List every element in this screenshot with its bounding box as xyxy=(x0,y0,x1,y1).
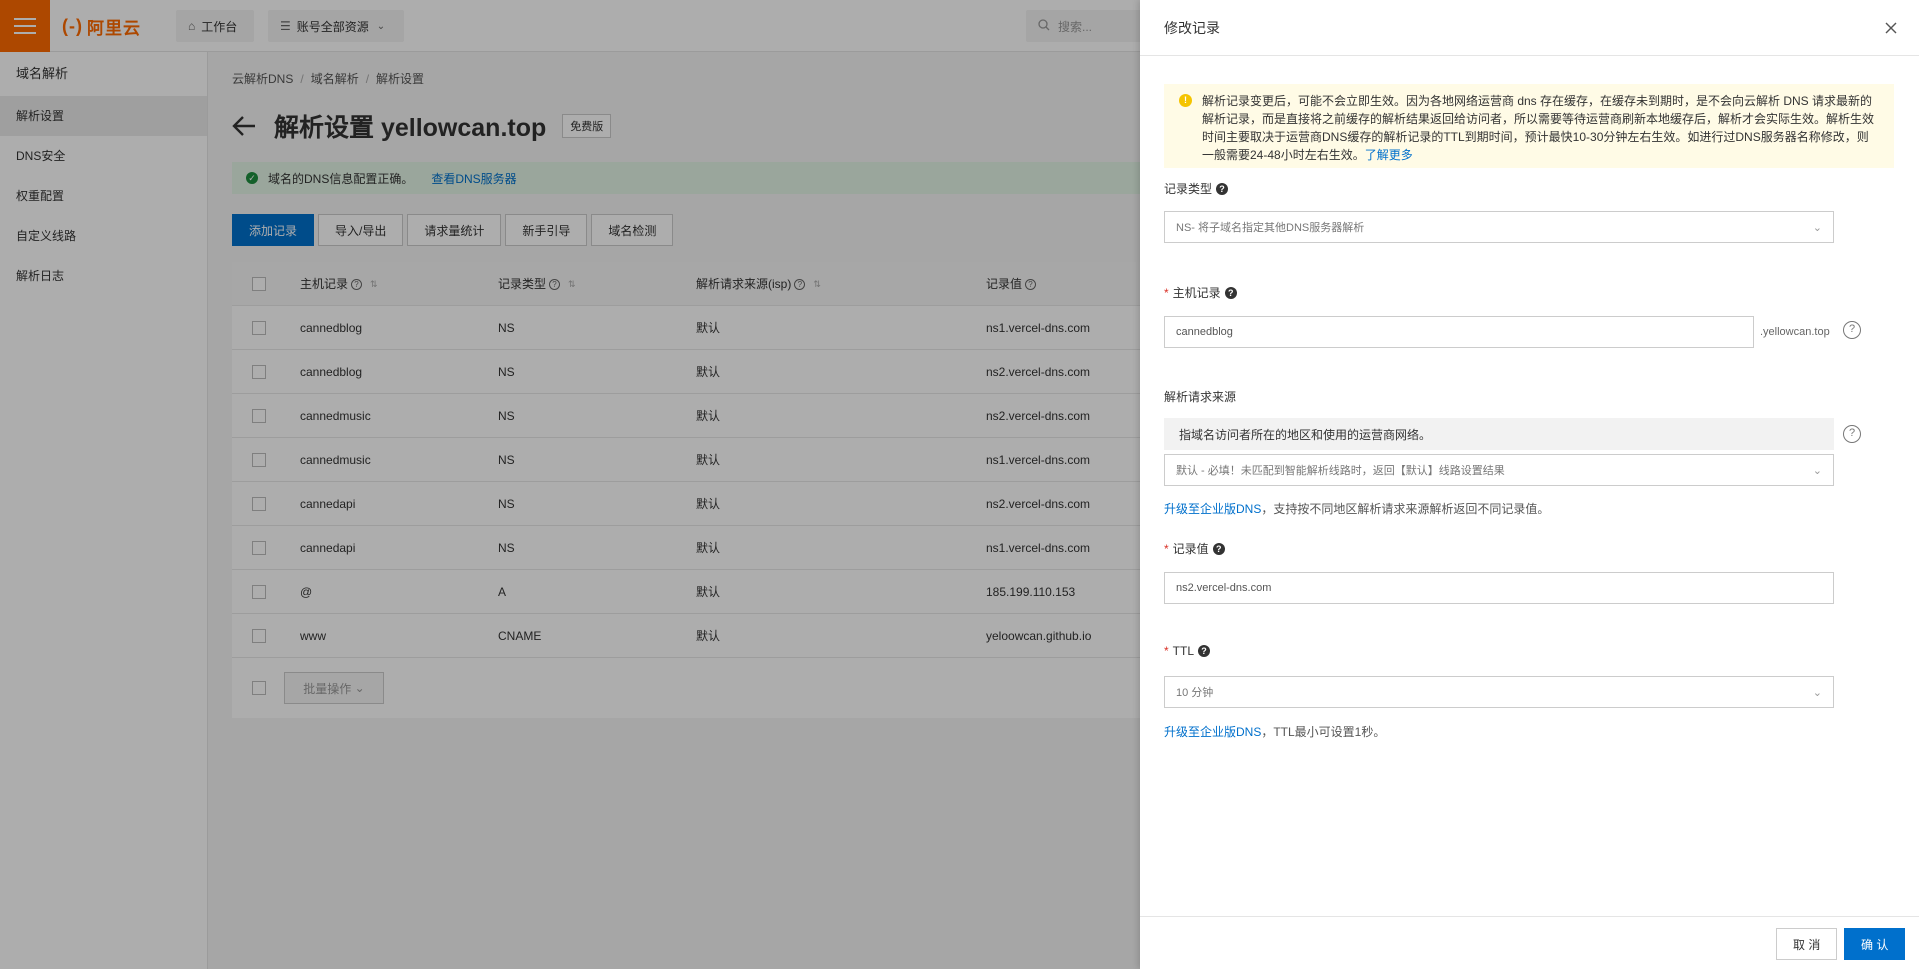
record-value-input[interactable]: ns2.vercel-dns.com xyxy=(1164,572,1834,604)
isp-label: 解析请求来源 xyxy=(1164,390,1237,404)
warning-text: 解析记录变更后，可能不会立即生效。因为各地网络运营商 dns 存在缓存，在缓存未… xyxy=(1202,94,1875,162)
record-type-label-text: 记录类型 xyxy=(1164,182,1213,196)
host-record-input[interactable]: cannedblog xyxy=(1164,316,1754,348)
isp-upgrade-note: 升级至企业版DNS，支持按不同地区解析请求来源解析返回不同记录值。 xyxy=(1164,500,1549,517)
domain-suffix: .yellowcan.top xyxy=(1760,326,1830,338)
help-icon[interactable]: ? xyxy=(1224,286,1237,299)
record-type-select[interactable]: NS- 将子域名指定其他DNS服务器解析 ⌄ xyxy=(1164,211,1834,243)
cancel-button[interactable]: 取 消 xyxy=(1776,928,1838,960)
chevron-down-icon: ⌄ xyxy=(1812,464,1822,477)
drawer-footer: 取 消 确 认 xyxy=(1140,916,1919,969)
drawer-header: 修改记录 xyxy=(1140,0,1919,56)
ttl-note-text: ，TTL最小可设置1秒。 xyxy=(1261,725,1386,739)
chevron-down-icon: ⌄ xyxy=(1812,686,1822,699)
question-circle-icon[interactable]: ? xyxy=(1843,321,1861,339)
required-mark: * xyxy=(1164,285,1169,300)
record-value-value: ns2.vercel-dns.com xyxy=(1176,582,1272,594)
ttl-value: 10 分钟 xyxy=(1176,687,1214,699)
record-type-label: 记录类型? xyxy=(1164,180,1229,197)
record-value-label-text: 记录值 xyxy=(1172,542,1209,556)
host-record-label: * 主机记录? xyxy=(1164,284,1237,301)
help-icon[interactable]: ? xyxy=(1216,182,1229,195)
upgrade-enterprise-link[interactable]: 升级至企业版DNS xyxy=(1164,725,1261,739)
isp-hint: 指域名访问者所在的地区和使用的运营商网络。 xyxy=(1164,418,1834,450)
confirm-button[interactable]: 确 认 xyxy=(1844,928,1906,960)
help-icon[interactable]: ? xyxy=(1198,645,1211,657)
drawer-title: 修改记录 xyxy=(1164,19,1220,36)
required-mark: * xyxy=(1164,644,1169,658)
edit-record-drawer: 修改记录 ! 解析记录变更后，可能不会立即生效。因为各地网络运营商 dns 存在… xyxy=(1140,0,1919,969)
upgrade-enterprise-link[interactable]: 升级至企业版DNS xyxy=(1164,502,1261,516)
close-icon[interactable] xyxy=(1883,20,1899,36)
isp-value: 默认 - 必填！未匹配到智能解析线路时，返回【默认】线路设置结果 xyxy=(1176,465,1505,477)
record-value-label: * 记录值? xyxy=(1164,540,1225,557)
host-record-value: cannedblog xyxy=(1176,326,1233,338)
learn-more-link[interactable]: 了解更多 xyxy=(1365,148,1413,162)
ttl-select[interactable]: 10 分钟 ⌄ xyxy=(1164,676,1834,708)
isp-note-text: ，支持按不同地区解析请求来源解析返回不同记录值。 xyxy=(1261,502,1550,516)
host-record-label-text: 主机记录 xyxy=(1172,286,1221,300)
ttl-label: * TTL? xyxy=(1164,644,1211,658)
propagation-warning: ! 解析记录变更后，可能不会立即生效。因为各地网络运营商 dns 存在缓存，在缓… xyxy=(1164,84,1894,168)
ttl-label-text: TTL xyxy=(1172,644,1195,658)
record-type-value: NS- 将子域名指定其他DNS服务器解析 xyxy=(1176,222,1365,234)
isp-select[interactable]: 默认 - 必填！未匹配到智能解析线路时，返回【默认】线路设置结果 ⌄ xyxy=(1164,454,1834,486)
required-mark: * xyxy=(1164,541,1169,556)
chevron-down-icon: ⌄ xyxy=(1812,221,1822,234)
help-icon[interactable]: ? xyxy=(1212,542,1225,555)
ttl-upgrade-note: 升级至企业版DNS，TTL最小可设置1秒。 xyxy=(1164,723,1385,740)
question-circle-icon[interactable]: ? xyxy=(1843,425,1861,443)
warning-icon: ! xyxy=(1179,94,1192,107)
